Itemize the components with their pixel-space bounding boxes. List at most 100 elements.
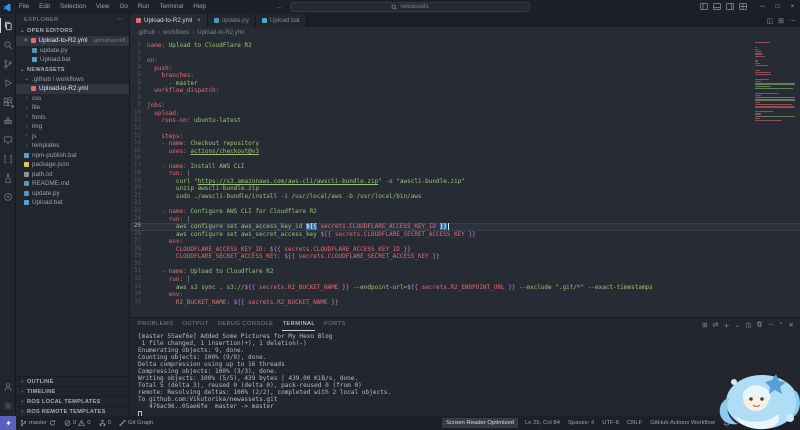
split-terminal-icon[interactable]: ◫ [745, 321, 751, 329]
tree-item-img[interactable]: › img [16, 122, 129, 132]
menu-terminal[interactable]: Terminal [154, 0, 188, 14]
tree-item-npm-publish-bat[interactable]: npm-publish.bat [16, 151, 129, 161]
code-editor[interactable]: 1 name: Upload to CloudFlare R2 2 3 on: 4 pus… [130, 39, 800, 317]
close-editor-icon[interactable]: × [24, 38, 28, 44]
tree-item-fonts[interactable]: › fonts [16, 113, 129, 123]
indentation[interactable]: Spaces: 4 [564, 416, 598, 430]
panel-tab-output[interactable]: OUTPUT [182, 318, 208, 331]
minimap-line [755, 115, 795, 117]
source-control-icon[interactable] [0, 56, 16, 71]
menu-selection[interactable]: Selection [55, 0, 91, 14]
tree-item-package-json[interactable]: package.json [16, 160, 129, 170]
more-actions-icon[interactable]: ⋯ [789, 17, 796, 25]
toggle-panel-icon[interactable] [713, 2, 721, 12]
search-icon[interactable] [0, 37, 16, 52]
close-button[interactable]: × [785, 0, 800, 14]
toggle-layout-icon[interactable]: ⊞ [778, 17, 784, 25]
explorer-icon[interactable] [0, 18, 16, 33]
layout-controls[interactable] [700, 2, 747, 12]
menu-edit[interactable]: Edit [34, 0, 55, 14]
explorer-more-actions-icon[interactable]: ⋯ [117, 17, 123, 23]
run-debug-icon[interactable] [0, 75, 16, 90]
toggle-sidebar-icon[interactable] [700, 2, 708, 12]
menu-file[interactable]: File [14, 0, 34, 14]
extensions-icon[interactable] [0, 94, 16, 109]
ros-icon[interactable] [0, 189, 16, 204]
maximize-button[interactable]: □ [770, 0, 785, 14]
line-number: 18 [134, 170, 141, 177]
breadcrumb-upload-to-r2-yml[interactable]: Upload-to-R2.yml [197, 30, 244, 36]
encoding[interactable]: UTF-8 [598, 416, 623, 430]
tree-item-css[interactable]: › css [16, 94, 129, 104]
brackets-icon[interactable] [0, 151, 16, 166]
tree-item-templates[interactable]: › templates [16, 141, 129, 151]
panel-tab-debug-console[interactable]: DEBUG CONSOLE [218, 318, 274, 331]
split-editor-icon[interactable]: ◫ [767, 17, 774, 25]
menu-run[interactable]: Run [133, 0, 155, 14]
account-icon[interactable] [0, 379, 16, 394]
tree-item-js[interactable]: › js [16, 132, 129, 142]
tree-item-path-txt[interactable]: path.txt [16, 170, 129, 180]
section-ros-remote-templates[interactable]: › ROS REMOTE TEMPLATES [16, 406, 129, 416]
maximize-panel-icon[interactable]: ⌃ [778, 321, 783, 329]
tab-upload-to-r2-yml[interactable]: Upload-to-R2.yml × [130, 14, 208, 27]
tree-item-update-py[interactable]: update.py [16, 189, 129, 199]
problems-item[interactable]: 00 [60, 416, 95, 430]
tree-item-upload-bat[interactable]: Upload.bat [16, 198, 129, 208]
toggle-secondary-sidebar-icon[interactable] [726, 2, 734, 12]
minimap-line [755, 117, 760, 120]
customize-layout-icon[interactable] [739, 2, 747, 12]
tab-update-py[interactable]: update.py [207, 14, 256, 27]
section-ros-local-templates[interactable]: › ROS LOCAL TEMPLATES [16, 396, 129, 406]
command-center-search[interactable]: newassets [290, 2, 530, 12]
notifications-bell[interactable] [719, 416, 734, 430]
remote-indicator[interactable] [0, 416, 16, 430]
menu-help[interactable]: Help [188, 0, 211, 14]
remote-explorer-icon[interactable] [0, 132, 16, 147]
kill-terminal-icon[interactable] [756, 320, 763, 330]
language-mode[interactable]: GitHub Actions Workflow [646, 416, 719, 430]
breadcrumb[interactable]: .github › workflows › Upload-to-R2.yml [130, 27, 800, 39]
open-editor-item[interactable]: Upload.bat [16, 55, 129, 65]
tree-item-upload-to-r2-yml[interactable]: Upload-to-R2.yml [16, 84, 129, 94]
eol[interactable]: CRLF [623, 416, 646, 430]
menu-go[interactable]: Go [114, 0, 132, 14]
breadcrumb--github[interactable]: .github [137, 30, 155, 36]
terminal-dropdown-icon[interactable]: ⌄ [735, 321, 740, 329]
screen-reader-item[interactable]: Screen Reader Optimized [442, 418, 518, 428]
new-terminal-icon[interactable]: ＋ [723, 320, 730, 330]
git-graph-item[interactable]: Git Graph [115, 416, 158, 430]
settings-icon[interactable] [0, 398, 16, 413]
minimize-panel-icon[interactable]: ─ [768, 321, 773, 328]
open-editor-item[interactable]: × Upload-to-R2.yml .github\workfl... [16, 36, 129, 46]
open-editors-section[interactable]: ⌄ OPEN EDITORS [16, 26, 129, 36]
minimap[interactable] [755, 42, 797, 122]
tab-upload-bat[interactable]: Upload.bat [255, 14, 307, 27]
tree-item-file[interactable]: › file [16, 103, 129, 113]
cursor-position[interactable]: Ln 25, Col 84 [521, 416, 564, 430]
code-line-33: 33 aws s3 sync . s3://${{ secrets.R2_BUC… [130, 284, 800, 292]
tree-item-readme-md[interactable]: README.md [16, 179, 129, 189]
menu-view[interactable]: View [91, 0, 115, 14]
terminal-output[interactable]: [master 55aef6e] Added Some Pictures for… [130, 331, 800, 416]
panel-tab-ports[interactable]: PORTS [324, 318, 346, 331]
fork-item[interactable]: 0 [95, 416, 115, 430]
panel-tab-problems[interactable]: PROBLEMS [138, 318, 173, 331]
terminal-tabs-icon[interactable]: ⊞ [702, 321, 707, 329]
close-panel-icon[interactable]: ✕ [789, 321, 794, 329]
close-tab-icon[interactable]: × [197, 18, 201, 24]
panel-tab-terminal[interactable]: TERMINAL [282, 318, 315, 331]
minimize-button[interactable]: ─ [755, 0, 770, 14]
tree-item--github-workflows[interactable]: ⌄ .github \ workflows [16, 75, 129, 85]
py-file-icon [213, 18, 219, 23]
docker-icon[interactable] [0, 113, 16, 128]
tree-item-label: Upload-to-R2.yml [39, 85, 88, 93]
branch-item[interactable]: master [16, 416, 60, 430]
section-timeline[interactable]: › TIMELINE [16, 386, 129, 396]
open-editor-item[interactable]: update.py [16, 46, 129, 56]
breadcrumb-workflows[interactable]: workflows [163, 30, 189, 36]
section-outline[interactable]: › OUTLINE [16, 376, 129, 386]
test-icon[interactable] [0, 170, 16, 185]
git-shell-icon[interactable]: git [713, 322, 719, 328]
workspace-section[interactable]: ⌄ NEWASSETS [16, 65, 129, 75]
